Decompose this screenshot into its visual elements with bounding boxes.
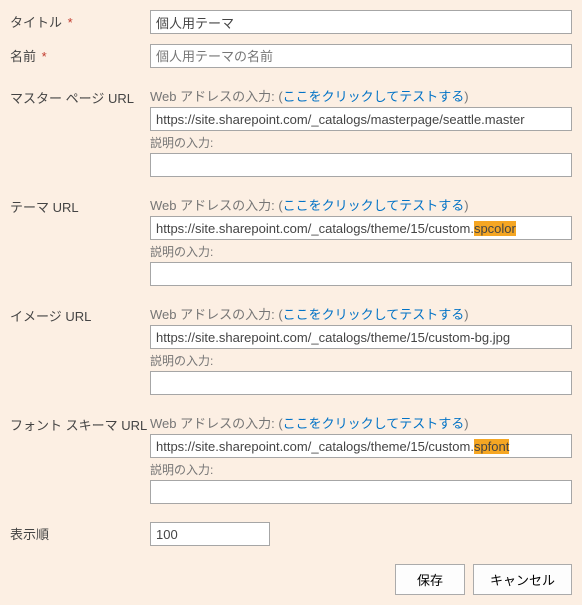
field-image: Web アドレスの入力: (ここをクリックしてテストする) 説明の入力:: [150, 304, 572, 395]
row-theme-url: テーマ URL Web アドレスの入力: (ここをクリックしてテストする) ht…: [10, 195, 572, 286]
row-master-url: マスター ページ URL Web アドレスの入力: (ここをクリックしてテストす…: [10, 86, 572, 177]
title-input[interactable]: [150, 10, 572, 34]
label-image: イメージ URL: [10, 304, 150, 325]
cancel-button[interactable]: キャンセル: [473, 564, 572, 595]
label-name: 名前 *: [10, 44, 150, 65]
image-test-link[interactable]: ここをクリックしてテストする: [283, 307, 465, 322]
label-title-text: タイトル: [10, 15, 62, 30]
master-pre-line: Web アドレスの入力: (ここをクリックしてテストする): [150, 86, 572, 105]
font-url-base: https://site.sharepoint.com/_catalogs/th…: [156, 439, 474, 454]
theme-post-text: ): [464, 198, 468, 213]
master-desc-label: 説明の入力:: [150, 134, 572, 151]
row-name: 名前 *: [10, 44, 572, 68]
theme-desc-input[interactable]: [150, 262, 572, 286]
font-test-link[interactable]: ここをクリックしてテストする: [283, 416, 465, 431]
theme-test-link[interactable]: ここをクリックしてテストする: [283, 198, 465, 213]
field-order: [150, 522, 572, 546]
label-theme: テーマ URL: [10, 195, 150, 216]
font-desc-input[interactable]: [150, 480, 572, 504]
master-desc-input[interactable]: [150, 153, 572, 177]
name-input[interactable]: [150, 44, 572, 68]
row-image-url: イメージ URL Web アドレスの入力: (ここをクリックしてテストする) 説…: [10, 304, 572, 395]
image-post-text: ): [464, 307, 468, 322]
field-title: [150, 10, 572, 34]
theme-pre-text: Web アドレスの入力: (: [150, 198, 283, 213]
font-url-input[interactable]: https://site.sharepoint.com/_catalogs/th…: [150, 434, 572, 458]
theme-url-highlight: spcolor: [474, 221, 516, 236]
field-master: Web アドレスの入力: (ここをクリックしてテストする) 説明の入力:: [150, 86, 572, 177]
image-desc-input[interactable]: [150, 371, 572, 395]
image-pre-line: Web アドレスの入力: (ここをクリックしてテストする): [150, 304, 572, 323]
save-button[interactable]: 保存: [395, 564, 465, 595]
font-url-highlight: spfont: [474, 439, 509, 454]
master-test-link[interactable]: ここをクリックしてテストする: [283, 89, 465, 104]
required-mark: *: [68, 15, 73, 30]
theme-pre-line: Web アドレスの入力: (ここをクリックしてテストする): [150, 195, 572, 214]
font-pre-line: Web アドレスの入力: (ここをクリックしてテストする): [150, 413, 572, 432]
label-name-text: 名前: [10, 49, 36, 64]
master-post-text: ): [464, 89, 468, 104]
row-title: タイトル *: [10, 10, 572, 34]
theme-desc-label: 説明の入力:: [150, 243, 572, 260]
field-theme: Web アドレスの入力: (ここをクリックしてテストする) https://si…: [150, 195, 572, 286]
master-pre-text: Web アドレスの入力: (: [150, 89, 283, 104]
font-post-text: ): [464, 416, 468, 431]
field-name: [150, 44, 572, 68]
theme-url-input[interactable]: https://site.sharepoint.com/_catalogs/th…: [150, 216, 572, 240]
font-desc-label: 説明の入力:: [150, 461, 572, 478]
label-order: 表示順: [10, 522, 150, 543]
order-input[interactable]: [150, 522, 270, 546]
theme-url-base: https://site.sharepoint.com/_catalogs/th…: [156, 221, 474, 236]
image-pre-text: Web アドレスの入力: (: [150, 307, 283, 322]
label-master: マスター ページ URL: [10, 86, 150, 107]
label-title: タイトル *: [10, 10, 150, 31]
font-pre-text: Web アドレスの入力: (: [150, 416, 283, 431]
buttons-row: 保存 キャンセル: [10, 564, 572, 595]
master-url-input[interactable]: [150, 107, 572, 131]
row-order: 表示順: [10, 522, 572, 546]
row-font-url: フォント スキーマ URL Web アドレスの入力: (ここをクリックしてテスト…: [10, 413, 572, 504]
required-mark: *: [42, 49, 47, 64]
image-desc-label: 説明の入力:: [150, 352, 572, 369]
image-url-input[interactable]: [150, 325, 572, 349]
label-font: フォント スキーマ URL: [10, 413, 150, 434]
field-font: Web アドレスの入力: (ここをクリックしてテストする) https://si…: [150, 413, 572, 504]
